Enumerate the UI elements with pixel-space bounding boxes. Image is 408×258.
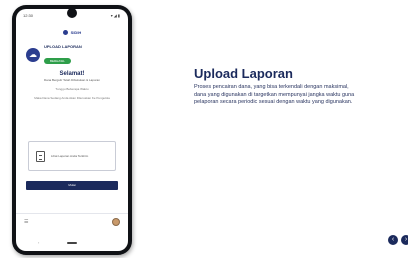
status-icons: ▾◢▮	[110, 13, 121, 18]
status-time: 12:30	[23, 13, 34, 18]
page-title: Upload Laporan	[194, 66, 293, 81]
status-badge: BERHASIL	[44, 57, 71, 64]
congrats-subtitle: Dana Bergulir Telah Dibukukan & Laporan	[44, 78, 100, 82]
congrats-title: Selamat!	[59, 71, 85, 77]
camera-notch	[67, 9, 77, 18]
receipt-text: Lihat Laporan Anda Terkirim	[51, 154, 89, 158]
upload-meta: UPLOAD LAPORAN BERHASIL	[44, 44, 82, 67]
bottom-nav-bar: ☰	[16, 213, 128, 229]
congrats-note-secondary: Maka Dana Sedang Anda Akan Diteruskan Ke…	[34, 96, 110, 100]
cloud-upload-icon: ☁	[26, 48, 40, 62]
app-logo-icon	[62, 29, 68, 35]
menu-icon[interactable]: ☰	[24, 219, 28, 225]
app-header: SIDIH	[16, 25, 128, 39]
congrats-section: Selamat! Dana Bergulir Telah Dibukukan &…	[16, 71, 128, 100]
congrats-note: Tunggu Beberapa Waktu	[55, 87, 89, 91]
home-indicator[interactable]	[67, 242, 77, 244]
app-logo-text: SIDIH	[70, 29, 82, 35]
upload-label: UPLOAD LAPORAN	[44, 43, 82, 49]
phone-mockup: 12:30 ▾◢▮ SIDIH ☁ UPLOAD LAPORAN BERHASI…	[12, 5, 132, 255]
report-receipt-card[interactable]: Lihat Laporan Anda Terkirim	[28, 141, 116, 171]
status-bar: 12:30 ▾◢▮	[16, 9, 128, 21]
avatar[interactable]	[112, 217, 120, 226]
description-text: Proses pencairan dana, yang bisa terkend…	[194, 84, 355, 105]
chevron-left-icon[interactable]: ‹	[388, 235, 398, 245]
upload-status-card: ☁ UPLOAD LAPORAN BERHASIL	[26, 43, 118, 67]
primary-button[interactable]: Mulai	[26, 181, 118, 190]
phone-screen: 12:30 ▾◢▮ SIDIH ☁ UPLOAD LAPORAN BERHASI…	[16, 9, 128, 251]
chevron-right-icon[interactable]: ›	[401, 235, 408, 245]
back-chevron-icon[interactable]: ‹	[38, 240, 39, 245]
document-icon	[36, 150, 45, 162]
